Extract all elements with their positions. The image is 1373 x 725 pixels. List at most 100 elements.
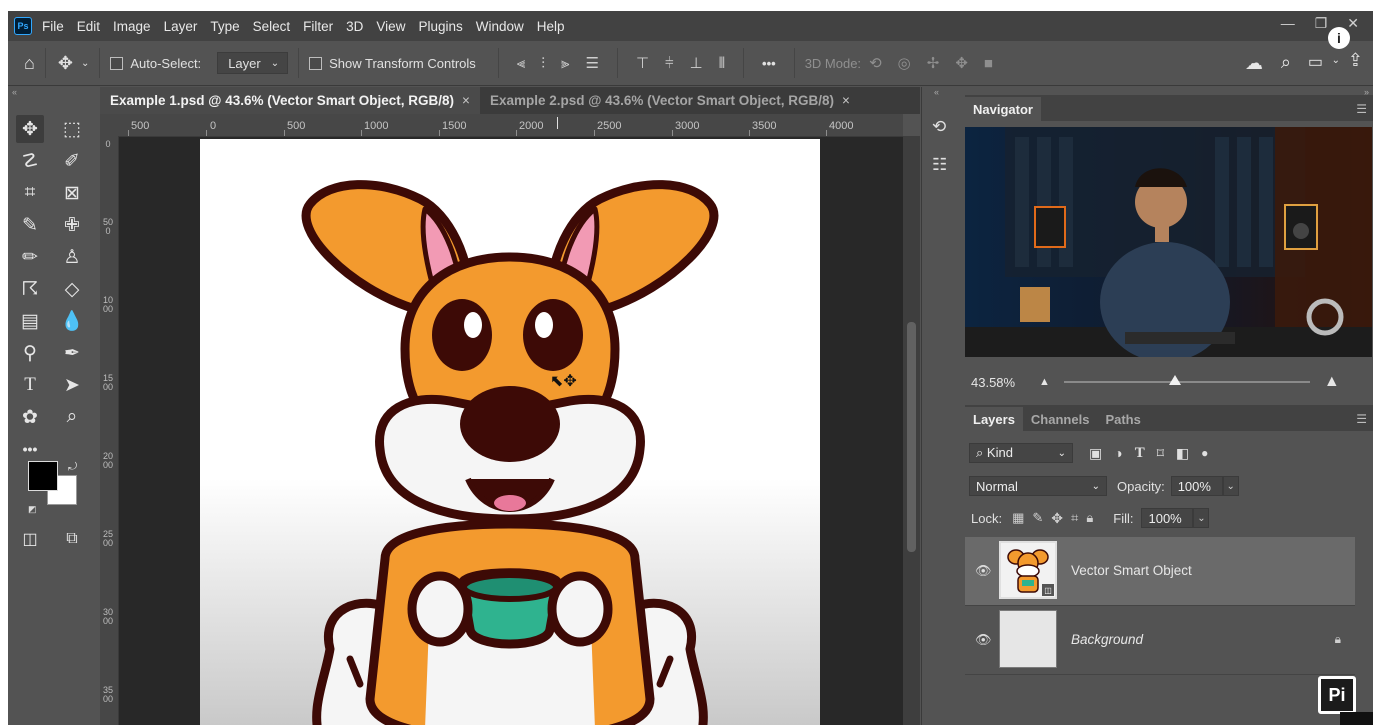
workspace-icon[interactable]: ▭ bbox=[1308, 52, 1323, 72]
tab-example-2[interactable]: Example 2.psd @ 43.6% (Vector Smart Obje… bbox=[480, 87, 860, 114]
navigator-preview[interactable] bbox=[965, 127, 1372, 357]
path-selection-tool-icon[interactable]: ➤ bbox=[58, 371, 86, 399]
align-left-icon[interactable]: ⫷ bbox=[517, 55, 525, 72]
move-tool-icon[interactable]: ✥ bbox=[16, 115, 44, 143]
collapse-dock-icon[interactable]: » bbox=[1364, 87, 1369, 97]
menu-filter[interactable]: Filter bbox=[303, 19, 333, 34]
layer-row-vector-smart-object[interactable]: 👁︎ ◫ Vector Smart Object bbox=[965, 537, 1355, 606]
blend-mode-dropdown[interactable]: Normal ⌄ bbox=[969, 476, 1107, 496]
opacity-input[interactable]: 100% bbox=[1170, 476, 1223, 496]
align-bottom-icon[interactable]: ⊥ bbox=[690, 54, 703, 72]
opacity-chevron-icon[interactable]: ⌄ bbox=[1222, 476, 1239, 496]
lock-artboard-icon[interactable]: ⌗ bbox=[1071, 510, 1078, 526]
cloud-documents-icon[interactable]: ☁ bbox=[1245, 53, 1263, 74]
restore-button[interactable]: ❐ bbox=[1315, 15, 1328, 32]
navigator-zoom-value[interactable]: 43.58% bbox=[971, 375, 1031, 390]
align-right-icon[interactable]: ⫸ bbox=[561, 55, 569, 72]
fill-chevron-icon[interactable]: ⌄ bbox=[1193, 508, 1210, 528]
lock-all-icon[interactable]: 🔒︎ bbox=[1086, 510, 1093, 526]
tab-layers[interactable]: Layers bbox=[965, 407, 1023, 431]
menu-select[interactable]: Select bbox=[253, 19, 291, 34]
ruler-vertical[interactable]: 0 500 1000 1500 2000 2500 3000 3500 bbox=[100, 136, 119, 725]
tab-navigator[interactable]: Navigator bbox=[965, 97, 1041, 121]
home-icon[interactable]: ⌂ bbox=[24, 53, 35, 74]
zoom-slider-handle[interactable] bbox=[1168, 375, 1181, 385]
blur-tool-icon[interactable]: 💧 bbox=[58, 307, 86, 335]
healing-brush-tool-icon[interactable]: ✙ bbox=[58, 211, 86, 239]
menu-type[interactable]: Type bbox=[210, 19, 239, 34]
collapse-panel-icon[interactable]: « bbox=[12, 87, 17, 97]
default-colors-icon[interactable]: ◩ bbox=[28, 504, 37, 515]
eraser-tool-icon[interactable]: ◇ bbox=[58, 275, 86, 303]
3d-slide-icon[interactable]: ✥ bbox=[955, 54, 968, 72]
type-tool-icon[interactable]: T bbox=[16, 371, 44, 399]
menu-window[interactable]: Window bbox=[476, 19, 524, 34]
panel-menu-icon[interactable]: ☰ bbox=[1356, 412, 1367, 426]
visibility-eye-icon[interactable]: 👁︎ bbox=[975, 632, 992, 648]
menu-edit[interactable]: Edit bbox=[77, 19, 100, 34]
canvas-pasteboard[interactable]: ⬉✥ bbox=[119, 137, 903, 725]
document-canvas[interactable]: ⬉✥ bbox=[200, 139, 820, 725]
more-options-button[interactable]: ••• bbox=[762, 56, 776, 71]
lock-position-icon[interactable]: ✥ bbox=[1051, 510, 1063, 527]
layer-name[interactable]: Vector Smart Object bbox=[1071, 563, 1192, 578]
pen-tool-icon[interactable]: ✒ bbox=[58, 339, 86, 367]
lasso-tool-icon[interactable]: ☡ bbox=[16, 147, 44, 175]
move-tool-icon[interactable]: ✥ bbox=[58, 53, 73, 74]
custom-shape-tool-icon[interactable]: ✿ bbox=[16, 403, 44, 431]
tab-paths[interactable]: Paths bbox=[1097, 407, 1148, 431]
zoom-tool-icon[interactable]: ⌕ bbox=[58, 403, 86, 431]
align-top-icon[interactable]: ⊤ bbox=[636, 54, 649, 72]
marquee-tool-icon[interactable]: ⬚ bbox=[58, 115, 86, 143]
minimize-button[interactable]: — bbox=[1281, 15, 1295, 32]
menu-layer[interactable]: Layer bbox=[164, 19, 198, 34]
gradient-tool-icon[interactable]: ▤ bbox=[16, 307, 44, 335]
brush-tool-icon[interactable]: ✏ bbox=[16, 243, 44, 271]
menu-image[interactable]: Image bbox=[113, 19, 151, 34]
menu-3d[interactable]: 3D bbox=[346, 19, 363, 34]
tab-close-icon[interactable]: × bbox=[462, 93, 470, 108]
share-icon[interactable]: ⇪ bbox=[1348, 50, 1363, 71]
3d-pan-icon[interactable]: ✢ bbox=[927, 54, 940, 72]
fill-input[interactable]: 100% bbox=[1141, 508, 1194, 528]
show-transform-checkbox[interactable] bbox=[309, 56, 323, 70]
quick-mask-icon[interactable]: ◫ bbox=[16, 525, 44, 553]
menu-file[interactable]: File bbox=[42, 19, 64, 34]
workspace-chevron-icon[interactable]: ⌄ bbox=[1332, 55, 1340, 66]
canvas-vertical-scrollbar[interactable] bbox=[903, 136, 920, 725]
screen-mode-icon[interactable]: ⧉ bbox=[58, 525, 86, 553]
history-brush-tool-icon[interactable]: ☈ bbox=[16, 275, 44, 303]
lock-transparent-icon[interactable]: ▦ bbox=[1012, 510, 1024, 526]
search-icon[interactable]: ⌕ bbox=[1281, 52, 1291, 73]
3d-roll-icon[interactable]: ◎ bbox=[898, 54, 911, 72]
dodge-tool-icon[interactable]: ⚲ bbox=[16, 339, 44, 367]
zoom-out-icon[interactable]: ▲ bbox=[1039, 376, 1050, 388]
menu-view[interactable]: View bbox=[376, 19, 405, 34]
align-middle-icon[interactable]: ⫩ bbox=[665, 55, 674, 72]
align-center-icon[interactable]: ⫶ bbox=[541, 55, 545, 72]
layer-name[interactable]: Background bbox=[1071, 632, 1143, 647]
foreground-color-swatch[interactable] bbox=[28, 461, 58, 491]
filter-smart-object-icon[interactable]: ◧ bbox=[1176, 445, 1189, 462]
navigator-zoom-slider[interactable] bbox=[1063, 375, 1310, 385]
filter-type-icon[interactable]: T bbox=[1135, 445, 1145, 462]
tool-preset-chevron-icon[interactable]: ⌄ bbox=[81, 58, 89, 69]
crop-tool-icon[interactable]: ⌗ bbox=[16, 179, 44, 207]
panel-menu-icon[interactable]: ☰ bbox=[1356, 102, 1367, 116]
3d-orbit-icon[interactable]: ⟲ bbox=[869, 54, 882, 72]
close-button[interactable]: ✕ bbox=[1347, 15, 1359, 32]
scrollbar-thumb[interactable] bbox=[907, 322, 916, 552]
eyedropper-tool-icon[interactable]: ✎ bbox=[16, 211, 44, 239]
distribute-horizontal-icon[interactable]: ☰ bbox=[585, 54, 598, 72]
auto-select-target-dropdown[interactable]: Layer ⌄ bbox=[217, 52, 289, 74]
menu-help[interactable]: Help bbox=[537, 19, 565, 34]
distribute-vertical-icon[interactable]: ⫴ bbox=[719, 55, 725, 72]
layer-row-background[interactable]: 👁︎ Background 🔒︎ bbox=[965, 606, 1355, 675]
history-panel-icon[interactable]: ⟲ bbox=[932, 117, 946, 137]
menu-plugins[interactable]: Plugins bbox=[418, 19, 462, 34]
auto-select-checkbox[interactable] bbox=[110, 56, 124, 70]
tab-close-icon[interactable]: × bbox=[842, 93, 850, 108]
filter-kind-dropdown[interactable]: ⌕ Kind ⌄ bbox=[969, 443, 1073, 463]
lock-image-icon[interactable]: ✎ bbox=[1032, 510, 1043, 526]
clone-stamp-tool-icon[interactable]: ♙ bbox=[58, 243, 86, 271]
